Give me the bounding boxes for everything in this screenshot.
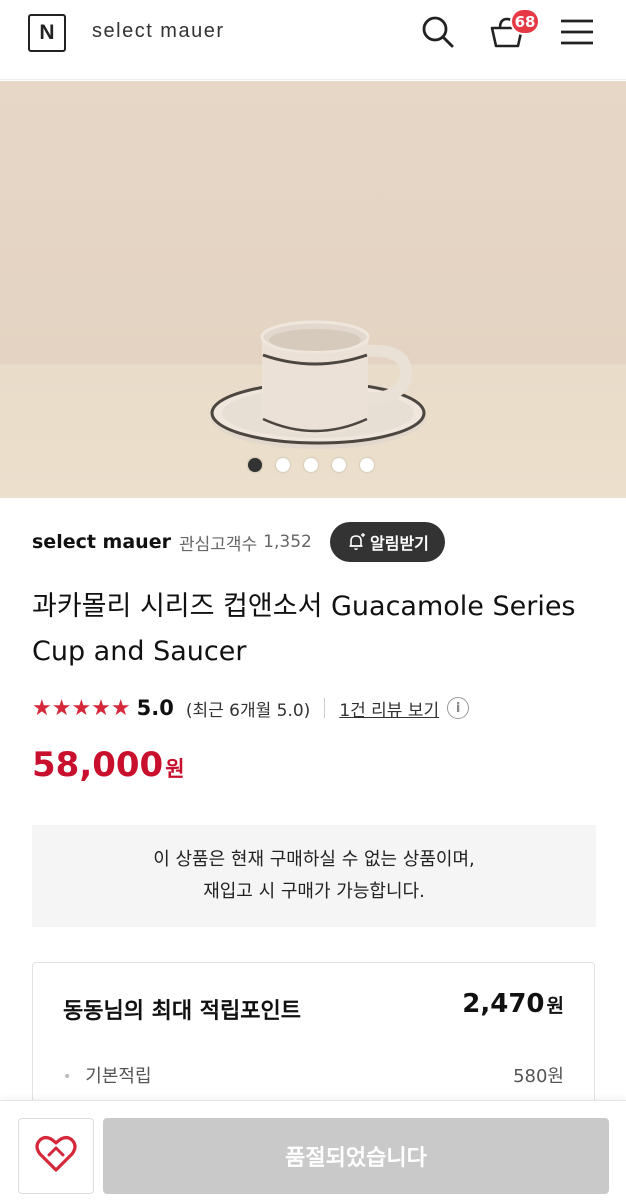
bottom-action-bar: 품절되었습니다: [0, 1100, 626, 1200]
gallery-pagination: [248, 458, 374, 472]
heart-icon: [35, 1135, 77, 1177]
soldout-button[interactable]: 품절되었습니다: [103, 1118, 609, 1194]
price: 58,000 원: [32, 745, 185, 785]
points-total: 2,470 원: [462, 989, 564, 1019]
gallery-dot[interactable]: [332, 458, 346, 472]
rating-recent: (최근 6개월 5.0): [185, 700, 311, 721]
brand-logo[interactable]: N: [28, 14, 66, 52]
store-title[interactable]: select mauer: [92, 20, 225, 43]
basic-points-value: 580원: [513, 1066, 564, 1087]
rating-row: ★★★★★ 5.0 (최근 6개월 5.0) 1건 리뷰 보기 i: [32, 690, 594, 726]
store-info-row: select mauer 관심고객수 1,352 알림받기: [32, 522, 594, 562]
wishlist-button[interactable]: [18, 1118, 94, 1194]
rating-score: 5.0: [136, 696, 174, 720]
followers-label: 관심고객수: [178, 534, 258, 555]
cart-count-badge: 68: [510, 8, 540, 35]
notice-line: 이 상품은 현재 구매하실 수 없는 상품이며,: [153, 849, 475, 870]
product-title: 과카몰리 시리즈 컵앤소서 Guacamole Series Cup and S…: [32, 591, 576, 667]
product-image[interactable]: [0, 81, 626, 498]
followers-count: 1,352: [263, 532, 312, 552]
points-total-value: 2,470: [462, 989, 545, 1019]
points-total-unit: 원: [546, 995, 564, 1017]
notify-button[interactable]: 알림받기: [330, 522, 445, 562]
review-link[interactable]: 1건 리뷰 보기: [339, 696, 439, 721]
points-card: 동동님의 최대 적립포인트 2,470 원 기본적립 580원: [32, 962, 595, 1122]
gallery-dot[interactable]: [304, 458, 318, 472]
bell-plus-icon: [346, 532, 366, 552]
notify-label: 알림받기: [370, 534, 429, 553]
soldout-notice: 이 상품은 현재 구매하실 수 없는 상품이며, 재입고 시 구매가 가능합니다…: [32, 825, 596, 927]
gallery-dot[interactable]: [248, 458, 262, 472]
basic-points-label: 기본적립: [63, 1062, 151, 1088]
price-unit: 원: [165, 757, 185, 781]
divider: [324, 698, 326, 718]
store-name-link[interactable]: select mauer: [32, 531, 171, 553]
rating-stars-icon: ★★★★★: [32, 695, 131, 721]
price-value: 58,000: [32, 745, 164, 785]
notice-line: 재입고 시 구매가 가능합니다.: [203, 881, 425, 902]
gallery-dot[interactable]: [360, 458, 374, 472]
search-icon[interactable]: [418, 12, 458, 52]
menu-icon[interactable]: [557, 12, 597, 52]
gallery-dot[interactable]: [276, 458, 290, 472]
info-icon[interactable]: i: [447, 697, 470, 719]
top-header: N select mauer 68: [0, 0, 626, 80]
points-title: 동동님의 최대 적립포인트: [63, 999, 301, 1024]
